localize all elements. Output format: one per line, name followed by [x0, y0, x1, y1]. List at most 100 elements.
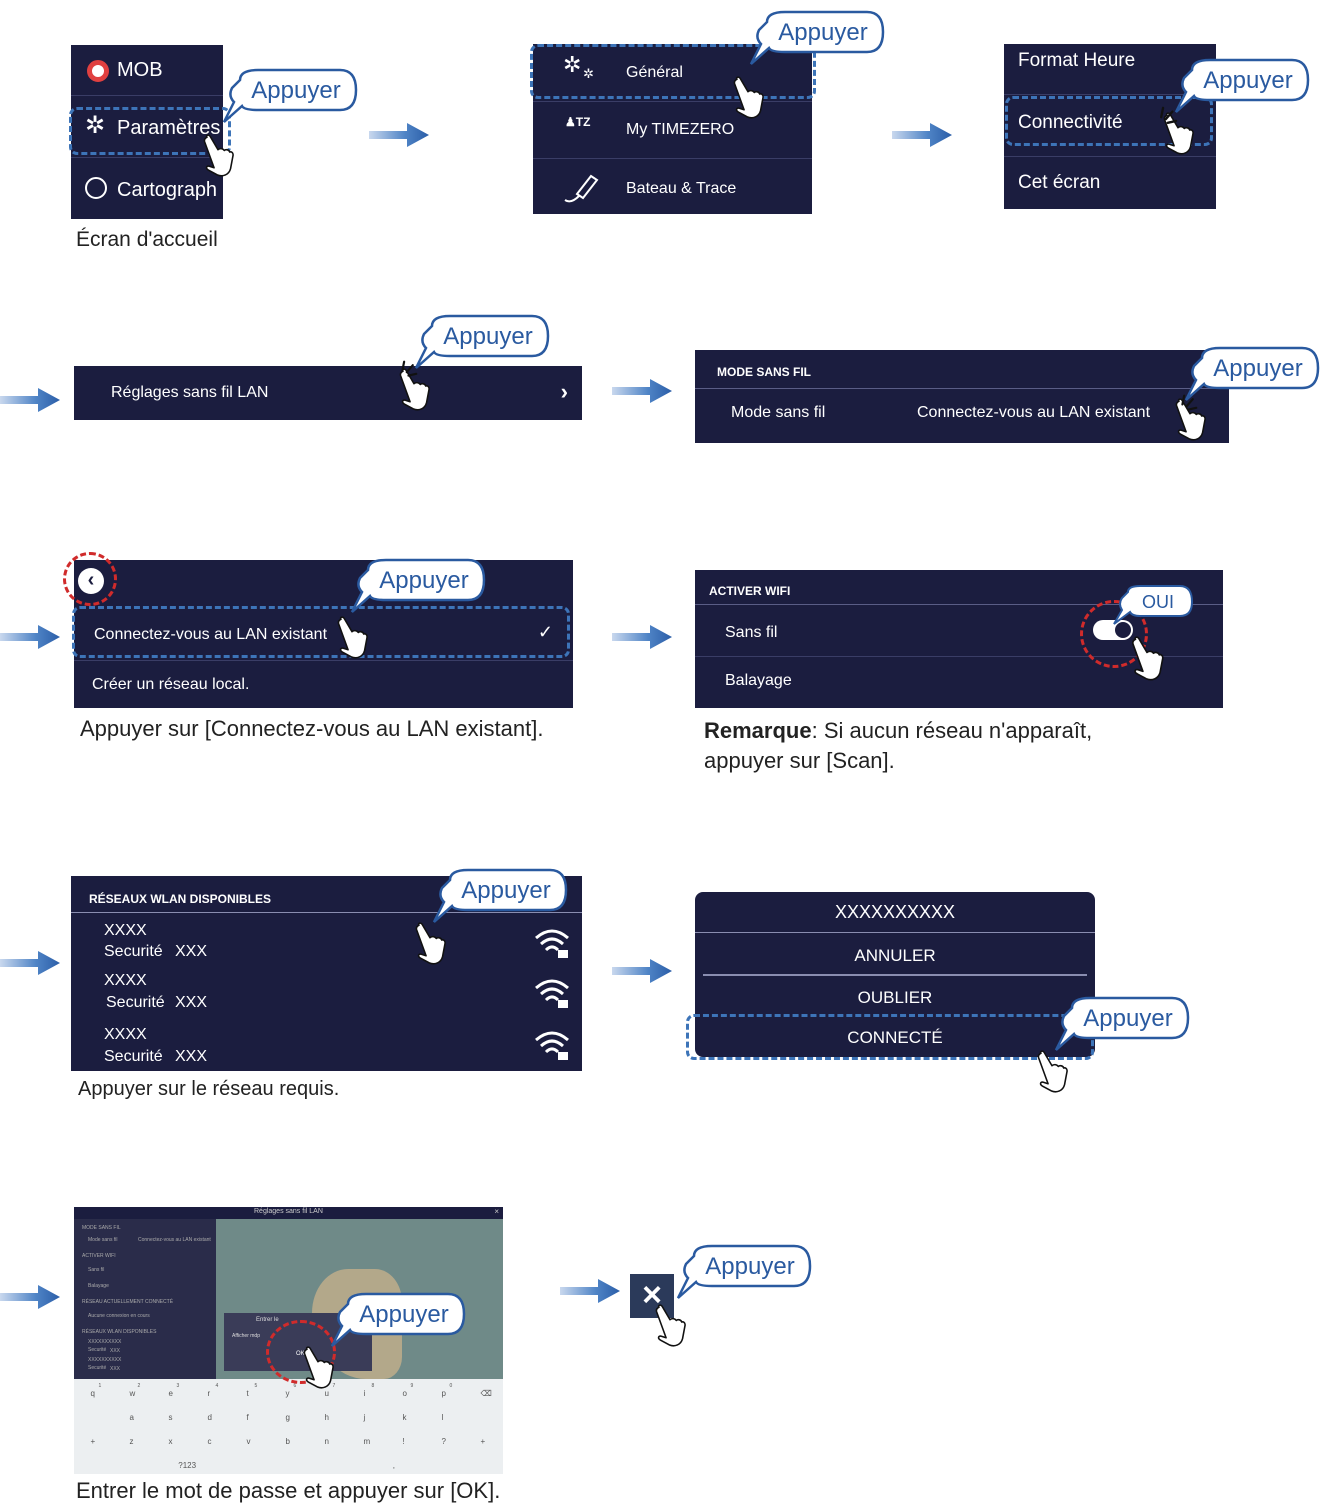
keyboard-key[interactable]: y — [286, 1389, 290, 1398]
oui-bubble: OUI — [1110, 584, 1196, 628]
keyboard-key[interactable]: k — [403, 1413, 407, 1422]
menu-item-cet-ecran[interactable]: Cet écran — [1004, 162, 1216, 208]
option-create-local[interactable]: Créer un réseau local. — [74, 662, 573, 708]
screen-titlebar: Réglages sans fil LAN × — [74, 1207, 503, 1219]
keyboard-key[interactable]: q — [91, 1389, 95, 1398]
keyboard-key-hint: 0 — [449, 1383, 453, 1389]
appuyer-bubble: Appuyer — [326, 1290, 468, 1350]
finger-icon — [300, 1346, 336, 1390]
keyboard-key-hint: 5 — [254, 1383, 258, 1389]
keyboard-key[interactable]: d — [208, 1413, 212, 1422]
finger-icon — [652, 1304, 688, 1348]
keyboard-key[interactable]: x — [169, 1437, 173, 1446]
menu-item-bateau-trace[interactable]: Bateau & Trace — [533, 158, 812, 214]
menu-item-reglages-lan[interactable]: Réglages sans fil LAN › — [74, 366, 582, 420]
arrow-icon — [892, 120, 952, 150]
appuyer-bubble: Appuyer — [428, 866, 570, 926]
cancel-button[interactable]: ANNULER — [695, 936, 1095, 972]
finger-icon — [334, 616, 370, 660]
keyboard-key-hint: 2 — [137, 1383, 141, 1389]
caption-password: Entrer le mot de passe et appuyer sur [O… — [76, 1478, 501, 1503]
menu-item-mob[interactable]: MOB — [71, 55, 223, 95]
keyboard-key[interactable]: ?123 — [178, 1461, 196, 1470]
arrow-icon — [0, 385, 60, 415]
keyboard-key[interactable]: j — [364, 1413, 366, 1422]
screen-title: Réglages sans fil LAN — [254, 1208, 323, 1215]
scan-label: Balayage — [725, 672, 792, 689]
arrow-icon — [0, 948, 60, 978]
keyboard-key[interactable]: u — [325, 1389, 329, 1398]
menu-item-label: Cet écran — [1018, 172, 1101, 193]
close-small-icon: × — [494, 1207, 499, 1216]
finger-icon — [200, 134, 236, 178]
forget-button[interactable]: OUBLIER — [695, 980, 1095, 1016]
section-header: ACTIVER WIFI — [709, 584, 791, 598]
keyboard-key[interactable]: ! — [403, 1437, 405, 1446]
chevron-right-icon: › — [560, 379, 568, 404]
keyboard-key[interactable]: e — [169, 1389, 173, 1398]
appuyer-bubble: Appuyer — [1180, 344, 1322, 404]
keyboard-key-hint: 4 — [215, 1383, 219, 1389]
keyboard-key[interactable]: s — [169, 1413, 173, 1422]
arrow-icon — [0, 622, 60, 652]
menu-item-label: Réglages sans fil LAN — [111, 384, 269, 401]
wireless-mode-row[interactable]: Mode sans fil Connectez-vous au LAN exis… — [695, 390, 1229, 440]
keyboard-key-hint: 8 — [371, 1383, 375, 1389]
network-security: XXX — [175, 994, 208, 1011]
keyboard-key[interactable]: + — [91, 1437, 96, 1446]
keyboard-key[interactable]: o — [403, 1389, 407, 1398]
tap-icon — [1172, 394, 1198, 420]
keyboard-key[interactable]: c — [208, 1437, 212, 1446]
menu-item-cartographie[interactable]: Cartograph — [71, 175, 223, 215]
user-tz-icon: ♟TZ — [565, 115, 591, 129]
network-item[interactable]: XXXX Securité XXX — [71, 1026, 582, 1071]
keyboard-key-hint: 6 — [293, 1383, 297, 1389]
wireless-mode-value: Connectez-vous au LAN existant — [917, 404, 1151, 421]
wifi-lock-icon — [535, 1031, 569, 1060]
keyboard-key[interactable]: z — [130, 1437, 134, 1446]
keyboard-key[interactable]: l — [442, 1413, 444, 1422]
keyboard-row-3: + z x c v b n m!? + — [74, 1431, 503, 1449]
appuyer-bubble: Appuyer — [410, 312, 552, 372]
appuyer-bubble: Appuyer — [346, 556, 488, 616]
appuyer-bubble: Appuyer — [745, 8, 887, 68]
keyboard-key[interactable]: m — [364, 1437, 371, 1446]
keyboard-key[interactable]: g — [286, 1413, 290, 1422]
network-item[interactable]: XXXX Securité XXX — [71, 920, 582, 966]
wireless-mode-panel: MODE SANS FIL Mode sans fil Connectez-vo… — [695, 350, 1229, 443]
keyboard-key[interactable]: t — [247, 1389, 249, 1398]
network-name: XXXX — [104, 922, 147, 939]
keyboard-key[interactable]: p — [442, 1389, 446, 1398]
keyboard-key[interactable]: b — [286, 1437, 290, 1446]
keyboard-key[interactable]: w — [130, 1389, 136, 1398]
appuyer-bubble: Appuyer — [218, 66, 360, 126]
menu-item-label: Cartograph — [117, 179, 218, 201]
keyboard-key[interactable]: f — [247, 1413, 249, 1422]
keyboard-key[interactable]: + — [481, 1437, 486, 1446]
keyboard-key-hint: 9 — [410, 1383, 414, 1389]
network-security-label: Securité — [106, 994, 165, 1011]
network-security: XXX — [175, 1048, 208, 1065]
keyboard-key[interactable]: ⌫ — [481, 1389, 492, 1398]
keyboard-key[interactable]: r — [208, 1389, 211, 1398]
keyboard-key[interactable]: ? — [442, 1437, 446, 1446]
menu-item-my-timezero[interactable]: ♟TZ My TIMEZERO — [533, 101, 812, 157]
finger-icon — [1034, 1050, 1070, 1094]
keyboard-key[interactable]: n — [325, 1437, 329, 1446]
arrow-icon — [560, 1276, 620, 1306]
keyboard-key[interactable]: , — [393, 1461, 395, 1470]
menu-item-label: Format Heure — [1018, 50, 1136, 71]
keyboard-key[interactable]: a — [130, 1413, 134, 1422]
network-dialog-title: XXXXXXXXXX — [835, 902, 956, 922]
highlight-connect-existing — [72, 606, 570, 658]
keyboard-key[interactable]: i — [364, 1389, 366, 1398]
network-item[interactable]: XXXX Securité XXX — [71, 972, 582, 1018]
arrow-icon — [369, 120, 429, 150]
section-header: MODE SANS FIL — [717, 365, 812, 379]
keyboard-key[interactable]: h — [325, 1413, 329, 1422]
keyboard-key-hint: 1 — [98, 1383, 102, 1389]
section-header: RÉSEAUX WLAN DISPONIBLES — [89, 892, 272, 906]
keyboard-key[interactable]: v — [247, 1437, 251, 1446]
keyboard-row-2: asdfghjkl — [74, 1407, 503, 1425]
arrow-icon — [612, 622, 672, 652]
